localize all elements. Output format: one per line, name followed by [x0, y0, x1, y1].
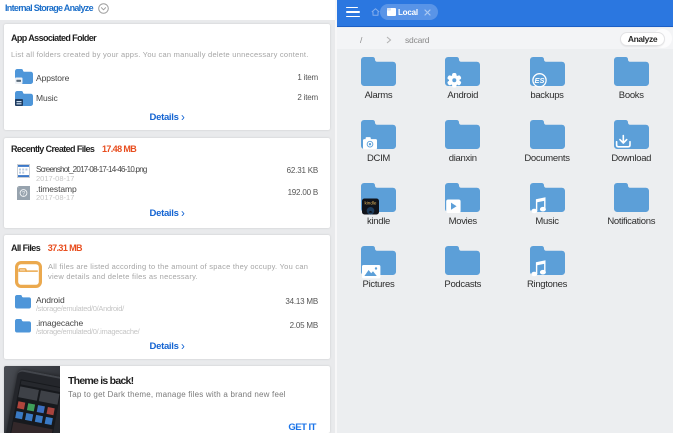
svg-text:kindle: kindle	[364, 201, 376, 206]
svg-text:ES: ES	[534, 76, 544, 85]
